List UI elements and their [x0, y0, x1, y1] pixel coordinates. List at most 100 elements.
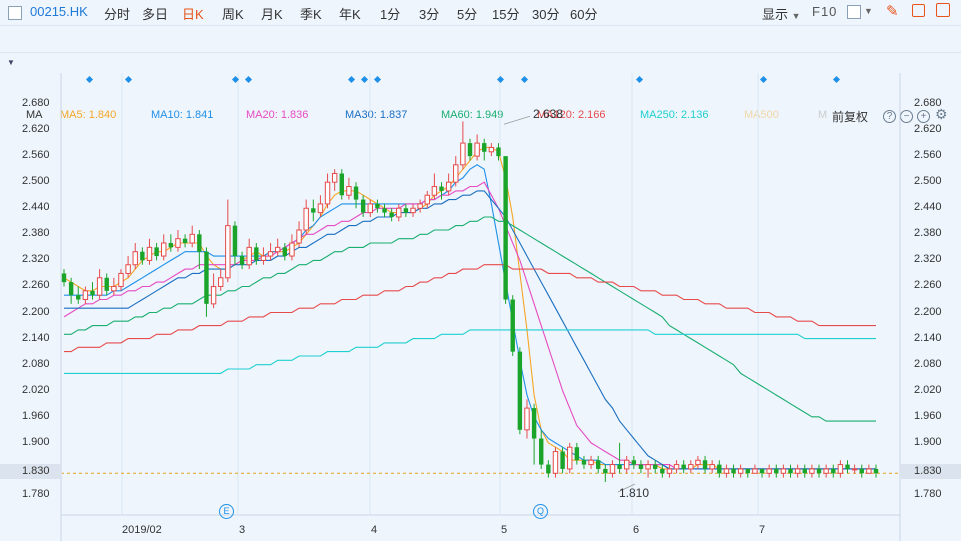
candle-body-down — [788, 468, 793, 474]
candle-body-up — [851, 468, 858, 471]
candle-body-down — [631, 460, 637, 465]
tab-1min[interactable]: 1分 — [380, 4, 400, 23]
price-tick-right: 2.620 — [914, 123, 942, 136]
candle-body-up — [161, 242, 167, 257]
date-tick: 7 — [759, 524, 766, 536]
tab-3min[interactable]: 3分 — [419, 4, 439, 23]
display-menu[interactable]: 显示 ▼ — [762, 4, 801, 23]
candle-body-down — [339, 173, 344, 196]
price-tick-left: 2.680 — [22, 97, 50, 109]
tab-intraday[interactable]: 分时 — [104, 4, 130, 23]
candle-body-up — [367, 203, 373, 214]
candle-body-down — [182, 238, 188, 244]
candle-body-down — [574, 447, 580, 461]
tab-60min[interactable]: 60分 — [570, 4, 597, 23]
candle-body-down — [467, 143, 473, 157]
candle-body-down — [802, 468, 807, 474]
candle-body-up — [666, 468, 673, 474]
candle-body-up — [189, 233, 195, 244]
tab-multi-day[interactable]: 多日 — [142, 4, 168, 23]
candle-body-down — [717, 464, 722, 474]
candle-body-down — [702, 460, 708, 469]
stock-code[interactable]: 00215.HK — [30, 4, 88, 19]
tab-5min[interactable]: 5分 — [457, 4, 477, 23]
candle-body-up — [460, 142, 466, 166]
candle-body-up — [453, 164, 459, 183]
candle-body-down — [311, 208, 316, 213]
date-tick: 6 — [633, 524, 640, 536]
candle-body-up — [723, 468, 730, 474]
tab-30min[interactable]: 30分 — [532, 4, 559, 23]
candle-body-up — [225, 225, 231, 279]
candle-body-down — [652, 464, 658, 469]
price-tick-left: 2.080 — [22, 357, 50, 370]
candle-body-down — [254, 247, 259, 261]
candle-body-down — [596, 460, 601, 469]
price-tick-left: 2.560 — [22, 149, 50, 162]
ma-line-ma20 — [63, 181, 876, 470]
date-tick: 3 — [239, 524, 246, 536]
price-tick-right: 1.780 — [914, 488, 942, 500]
candle-body-down — [774, 468, 779, 474]
drawing-toolbar: ✥ ↗ ▼ ◢ ▼ ∿ ▼ ▣ ▼ ↦ ▼ ← ▼ Aa ▣ ╱ ∩ ⊘ ⌫ ∞ — [0, 26, 961, 75]
pencil-icon[interactable]: ✎ — [886, 2, 899, 20]
kline-chart[interactable] — [0, 73, 961, 541]
select-checkbox[interactable] — [8, 6, 22, 20]
expand-icon[interactable] — [936, 3, 950, 17]
high-price-label: 2.638 — [533, 107, 564, 121]
candle-body-down — [382, 208, 387, 213]
tab-monthly-k[interactable]: 月K — [261, 4, 283, 23]
event-marker-e-icon[interactable]: E — [219, 504, 234, 519]
candle-body-down — [560, 451, 565, 469]
price-tick-right: 1.900 — [914, 435, 942, 448]
ma-line-ma10 — [64, 164, 876, 470]
candle-body-down — [831, 468, 836, 474]
candle-body-down — [759, 468, 765, 474]
tab-yearly-k[interactable]: 年K — [339, 4, 361, 23]
price-tick-left: 2.140 — [22, 331, 50, 344]
candle-body-down — [745, 468, 750, 474]
price-tick-right: 2.320 — [914, 253, 942, 266]
candle-body-down — [76, 295, 81, 300]
candle-body-up — [780, 468, 787, 474]
candle-body-up — [267, 251, 274, 257]
candle-body-up — [111, 285, 117, 292]
candle-body-down — [503, 156, 508, 300]
price-tick-left: 2.200 — [22, 305, 50, 318]
f10-button[interactable]: F10 — [812, 4, 837, 19]
candle-body-up — [737, 468, 744, 474]
candle-body-up — [410, 207, 416, 214]
chevron-down-icon[interactable]: ▼ — [864, 6, 873, 16]
crop-icon[interactable] — [912, 4, 925, 17]
candle-body-up — [125, 264, 131, 274]
candle-body-up — [752, 468, 758, 474]
candle-body-up — [118, 272, 124, 287]
current-price-left: 1.830 — [22, 465, 50, 477]
tab-quarterly-k[interactable]: 季K — [300, 4, 322, 23]
candle-body-up — [317, 203, 324, 214]
tab-daily-k[interactable]: 日K — [182, 4, 204, 23]
price-tick-left: 2.380 — [22, 227, 50, 240]
candle-body-up — [809, 468, 815, 474]
price-tick-left: 1.960 — [22, 409, 50, 422]
candle-body-down — [731, 468, 736, 474]
event-marker-q-icon[interactable]: Q — [533, 504, 548, 519]
candle-body-up — [132, 251, 138, 266]
candle-body-up — [837, 464, 844, 474]
candle-body-up — [488, 146, 495, 153]
candle-body-up — [623, 459, 630, 470]
tab-weekly-k[interactable]: 周K — [222, 4, 244, 23]
candle-body-up — [331, 173, 338, 183]
price-tick-right: 2.260 — [914, 279, 942, 292]
collapse-icon[interactable]: ▼ — [7, 58, 15, 67]
date-tick: 2019/02 — [122, 524, 162, 536]
candle-body-down — [282, 247, 288, 257]
current-price-tag-right: 1.830 — [900, 464, 961, 479]
price-tick-left: 2.320 — [22, 253, 50, 266]
candle-body-down — [517, 351, 523, 430]
price-tick-right: 2.200 — [914, 305, 942, 318]
tab-15min[interactable]: 15分 — [492, 4, 519, 23]
candle-body-up — [260, 255, 267, 261]
layout-checkbox[interactable] — [847, 5, 861, 19]
price-tick-left: 2.620 — [22, 123, 50, 136]
